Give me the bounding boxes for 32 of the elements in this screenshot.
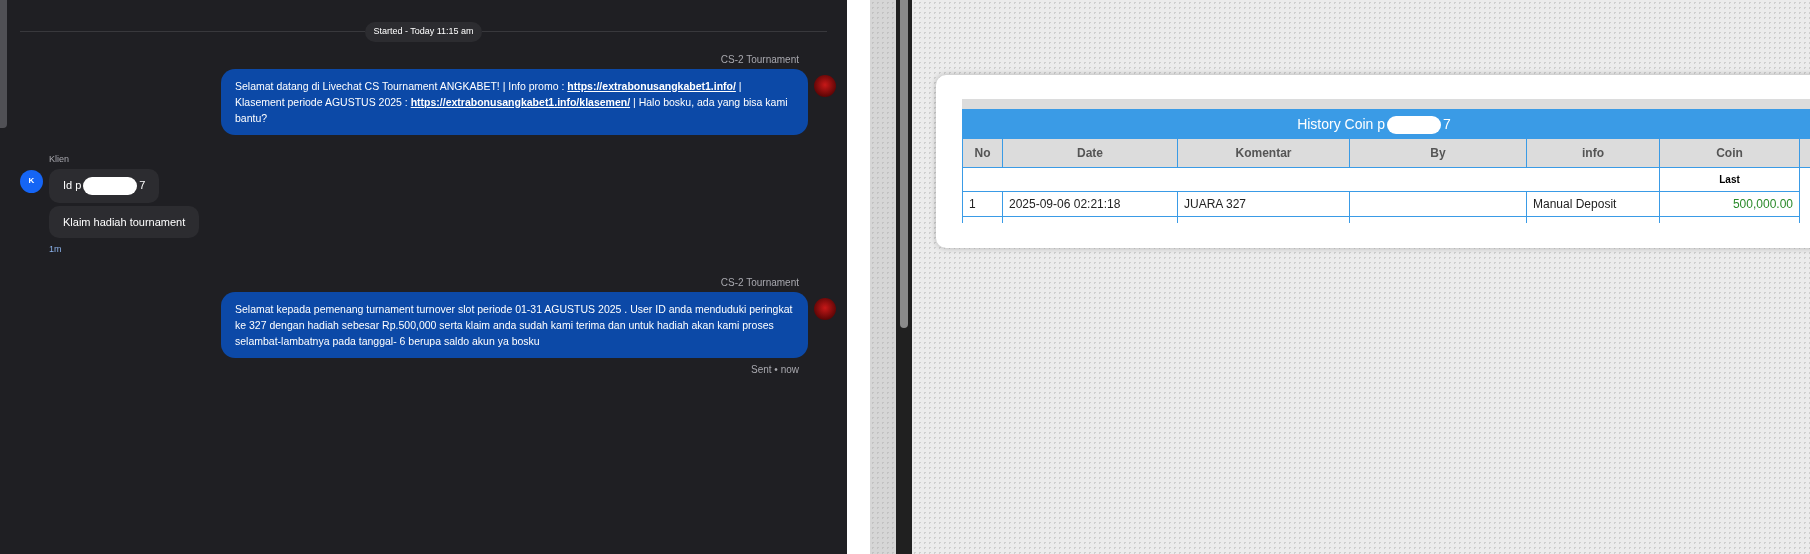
message-status: Sent • now bbox=[751, 362, 799, 377]
column-header: Komentar bbox=[1178, 139, 1350, 168]
table-cell: 2025-09-06 02:21:18 bbox=[1003, 192, 1178, 217]
message-bubble: Selamat datang di Livechat CS Tournament ANGKABET! | Info promo : https://extrabonusangkabet1.info/ | Klasement periode AGUSTUS 2025 : https://extrabonusangkabet1.info/klasemen/ | Halo bosku, ada yang bisa kami bantu? bbox=[221, 68, 808, 135]
scrollbar-thumb[interactable] bbox=[0, 0, 7, 128]
logo-icon bbox=[814, 74, 836, 97]
redaction-mark bbox=[1387, 115, 1442, 134]
link[interactable]: https://extrabonusangkabet1.info/klasemen/ bbox=[410, 95, 631, 108]
message-bubble: Selamat kepada pemenang turnament turnover slot periode 01-31 AGUSTUS 2025 . User ID anda menduduki peringkat ke 327 dengan hadiah sebesar Rp.500,000 serta klaim anda sudah kami terima dan untuk hadiah akan kami proses selambat-lambatnya pada tanggal- 6 berupa saldo akun ya bosku bbox=[221, 291, 808, 358]
table-title: History Coin p 7 bbox=[962, 109, 1810, 139]
table-cell: Manual Deposit bbox=[1527, 192, 1660, 217]
logo-icon bbox=[814, 297, 836, 320]
redaction-mark bbox=[83, 177, 138, 196]
sender-name: Klien bbox=[49, 152, 69, 166]
session-label: Started - Today 11:15 am bbox=[365, 22, 482, 42]
scrollbar-thumb[interactable] bbox=[900, 0, 908, 328]
column-header: info bbox=[1527, 139, 1660, 168]
table-cell: JUARA 327 bbox=[1178, 192, 1350, 217]
message-bubble: Klaim hadiah tournament bbox=[49, 206, 200, 239]
message-bubble: Id p 7 bbox=[49, 169, 160, 204]
sender-name: CS-2 Tournament bbox=[720, 52, 799, 67]
table-cell: 500,000.00 bbox=[1660, 192, 1800, 217]
link[interactable]: https://extrabonusangkabet1.info/ bbox=[567, 79, 736, 92]
message-time: 1m bbox=[49, 243, 62, 257]
column-header: By bbox=[1350, 139, 1527, 168]
column-header: No bbox=[963, 139, 1003, 168]
table-cell: Last bbox=[1660, 168, 1800, 192]
column-header: Coin bbox=[1660, 139, 1800, 168]
table-cell: 1 bbox=[963, 192, 1003, 217]
column-header: Date bbox=[1003, 139, 1178, 168]
avatar: K bbox=[20, 169, 43, 193]
sender-name: CS-2 Tournament bbox=[720, 275, 799, 290]
